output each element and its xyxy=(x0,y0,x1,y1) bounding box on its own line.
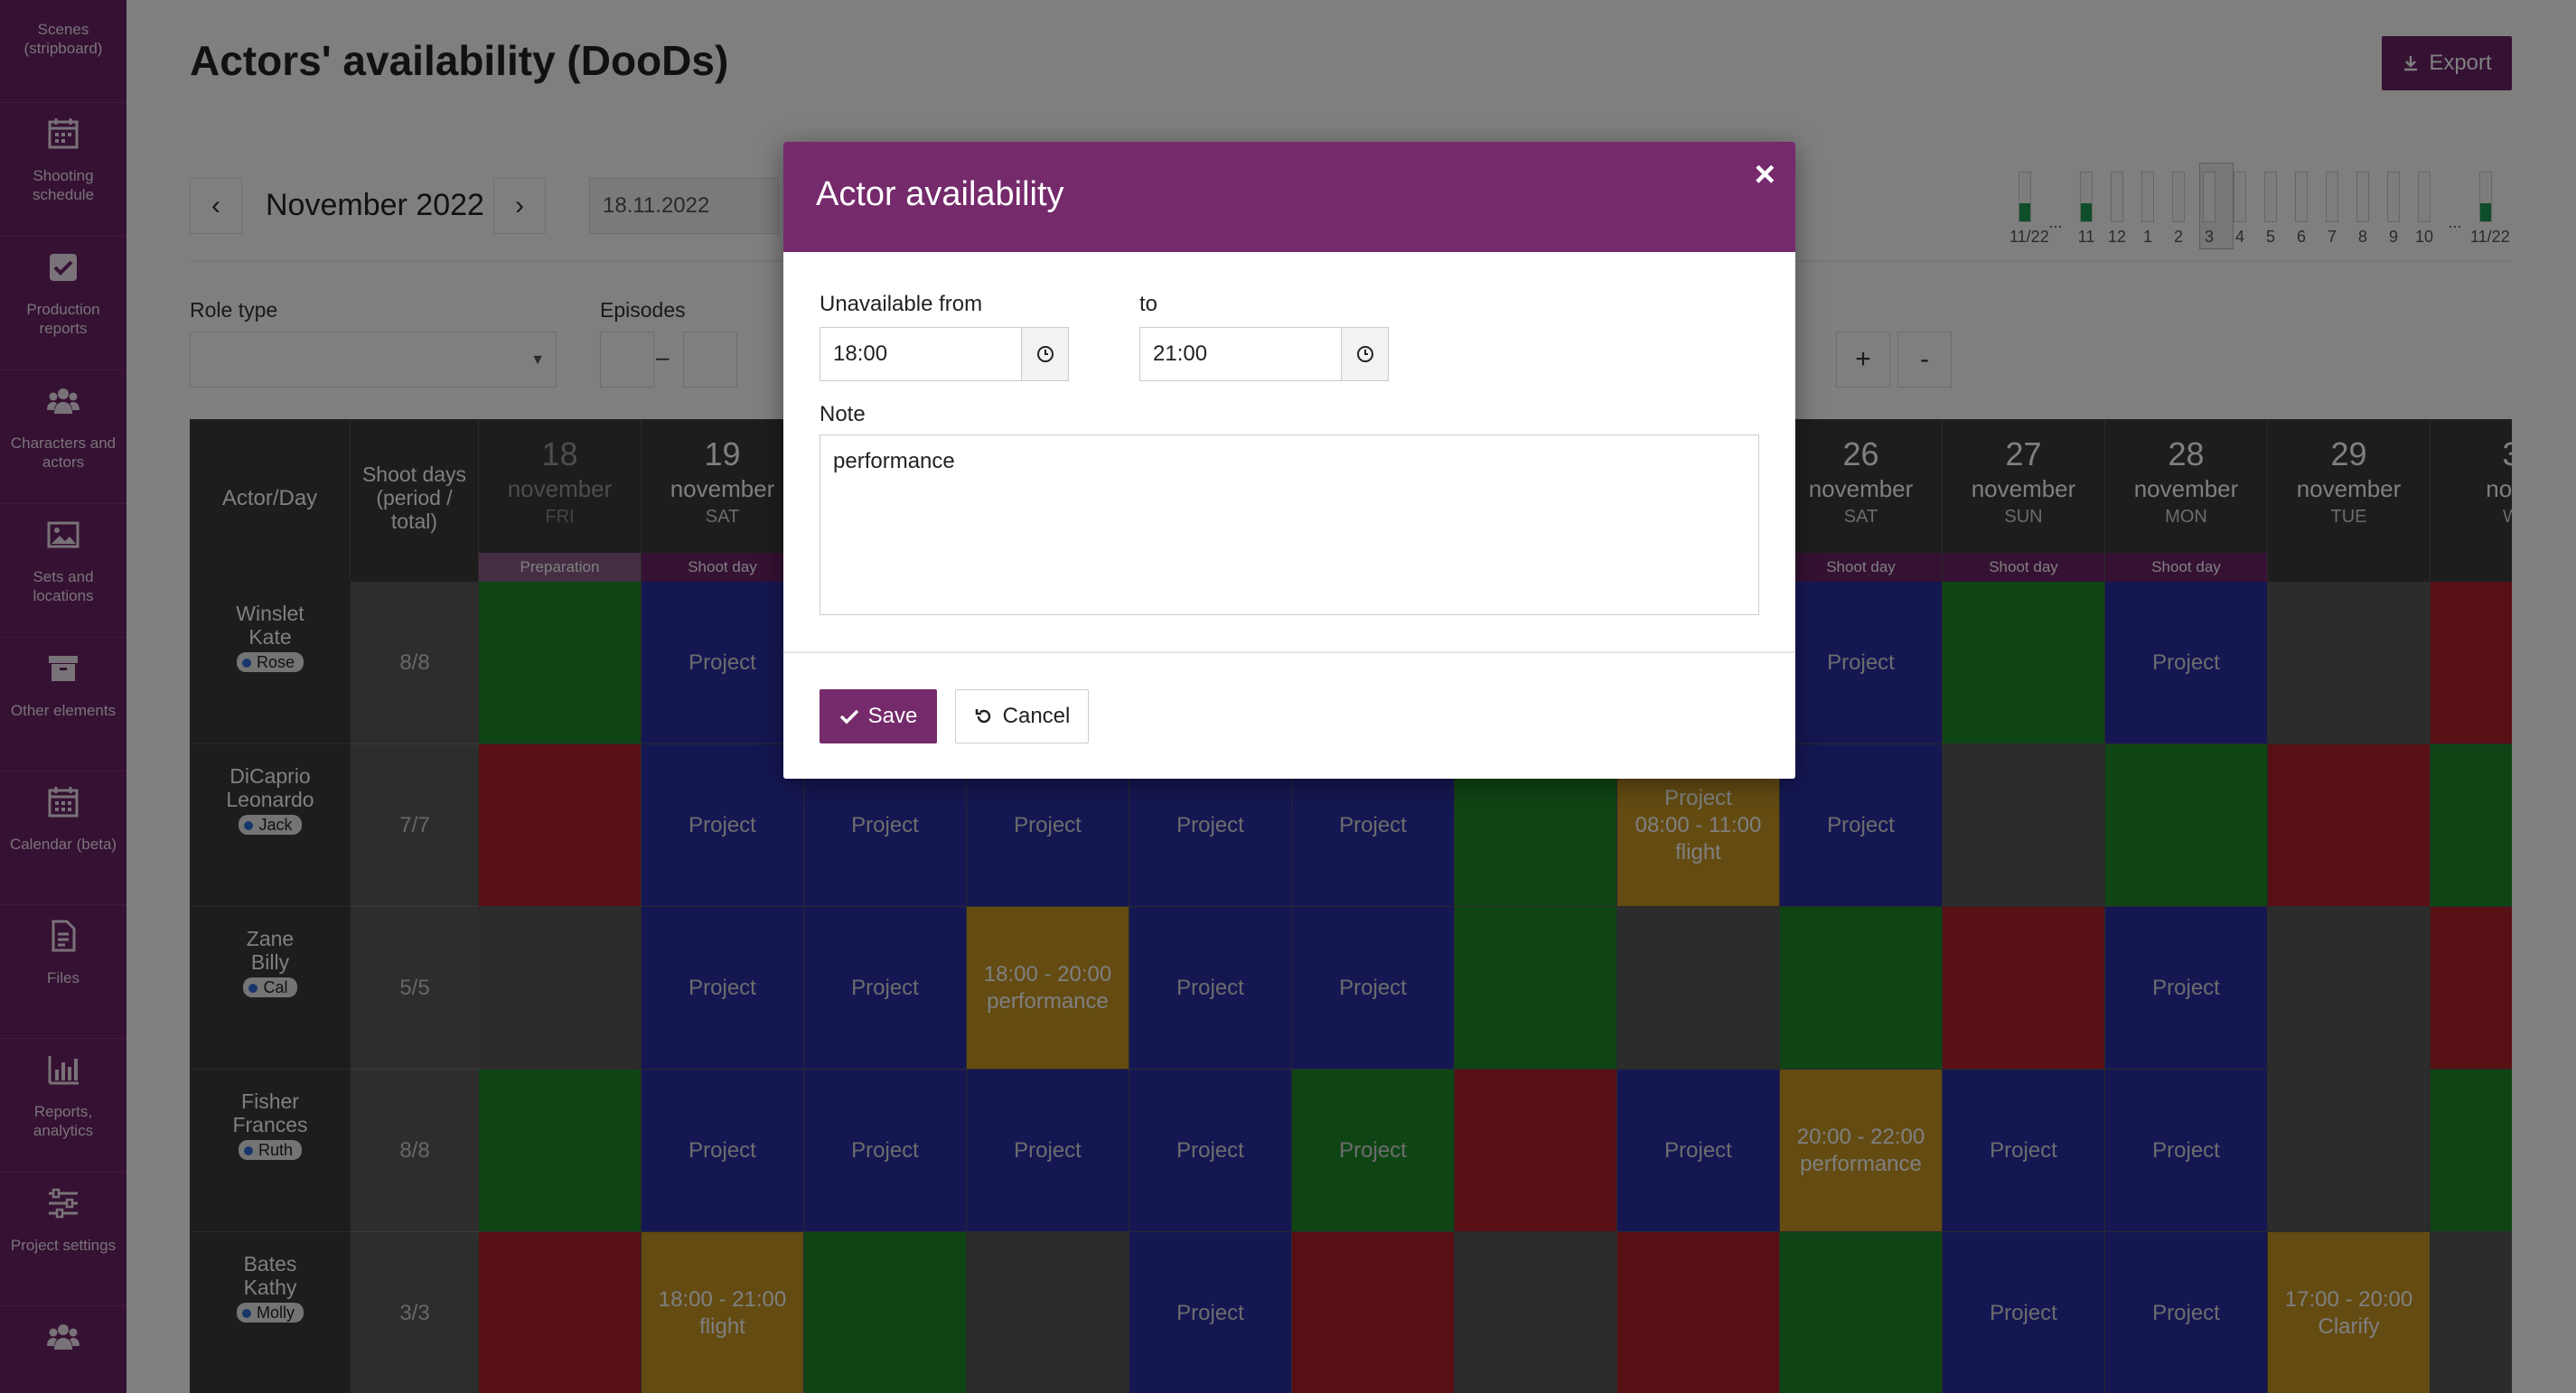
save-button[interactable]: Save xyxy=(820,689,937,743)
close-icon[interactable]: × xyxy=(1755,156,1775,192)
clock-icon[interactable] xyxy=(1021,328,1068,380)
check-icon xyxy=(839,709,858,725)
note-label: Note xyxy=(820,402,866,426)
actor-availability-dialog: Actor availability × Unavailable from 18… xyxy=(783,142,1795,779)
save-label: Save xyxy=(867,704,918,728)
clock-icon[interactable] xyxy=(1341,328,1388,380)
cancel-label: Cancel xyxy=(1002,704,1071,728)
to-label: to xyxy=(1139,292,1158,316)
modal-header: Actor availability × xyxy=(783,142,1795,252)
unavailable-to-field[interactable]: 21:00 xyxy=(1139,327,1389,381)
note-textarea[interactable]: performance xyxy=(820,435,1759,615)
unavailable-from-label: Unavailable from xyxy=(820,292,983,316)
app-root: Scenes (stripboard)Shooting scheduleProd… xyxy=(0,0,2576,1393)
undo-icon xyxy=(975,709,990,724)
cancel-button[interactable]: Cancel xyxy=(955,689,1089,743)
modal-divider xyxy=(783,651,1795,653)
from-time-value[interactable]: 18:00 xyxy=(820,328,1021,380)
to-time-value[interactable]: 21:00 xyxy=(1140,328,1341,380)
unavailable-from-field[interactable]: 18:00 xyxy=(820,327,1069,381)
modal-title: Actor availability xyxy=(816,175,1064,213)
